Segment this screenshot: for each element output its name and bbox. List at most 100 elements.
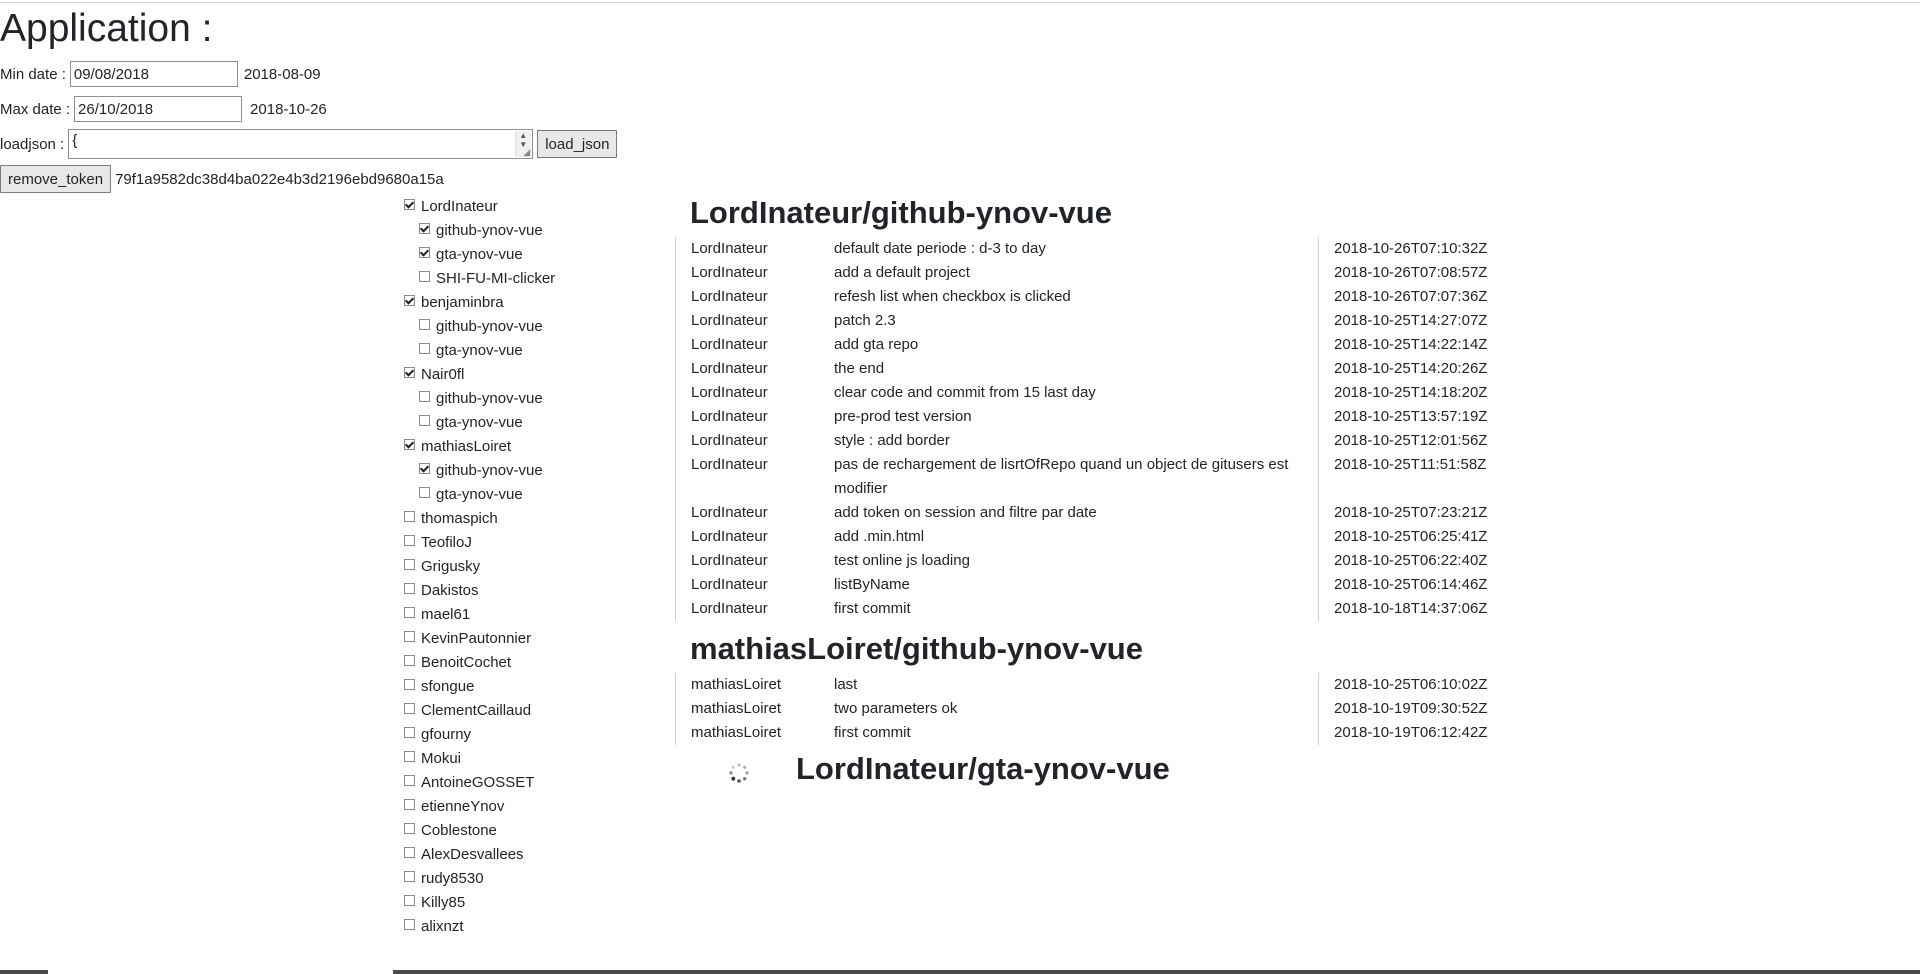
loadjson-textarea[interactable]: { ▲ ▼ ◢: [68, 129, 534, 159]
commit-message: add a default project: [834, 264, 970, 281]
load-json-button[interactable]: load_json: [537, 130, 618, 158]
user-item[interactable]: ClementCaillaud: [404, 698, 555, 722]
resize-grip-icon[interactable]: ◢: [523, 148, 530, 157]
user-item[interactable]: rudy8530: [404, 866, 555, 890]
repo-item[interactable]: github-ynov-vue: [404, 386, 555, 410]
repo-item[interactable]: github-ynov-vue: [404, 314, 555, 338]
repo-item[interactable]: gta-ynov-vue: [404, 242, 555, 266]
user-checkbox[interactable]: [404, 678, 415, 690]
user-label: Nair0fl: [421, 365, 465, 383]
user-item[interactable]: mathiasLoiret: [404, 434, 555, 458]
user-item[interactable]: Dakistos: [404, 578, 555, 602]
commit-message: two parameters ok: [834, 700, 958, 717]
min-date-label: Min date :: [0, 65, 66, 83]
user-item[interactable]: Mokui: [404, 746, 555, 770]
commit-date: 2018-10-25T12:01:56Z: [1318, 429, 1487, 453]
user-item[interactable]: Killy85: [404, 890, 555, 914]
commit-message: patch 2.3: [834, 312, 896, 329]
user-checkbox[interactable]: [404, 798, 415, 810]
user-checkbox[interactable]: [404, 846, 415, 858]
repo-checkbox[interactable]: [419, 318, 430, 330]
user-checkbox[interactable]: [404, 534, 415, 546]
user-checkbox[interactable]: [404, 606, 415, 618]
user-item[interactable]: alixnzt: [404, 914, 555, 938]
repo-item[interactable]: gta-ynov-vue: [404, 410, 555, 434]
min-date-input[interactable]: [69, 61, 238, 87]
user-item[interactable]: AlexDesvallees: [404, 842, 555, 866]
user-checkbox[interactable]: [404, 726, 415, 738]
user-label: rudy8530: [421, 869, 484, 887]
max-date-input[interactable]: [74, 96, 243, 122]
user-checkbox[interactable]: [404, 198, 415, 210]
user-item[interactable]: Nair0fl: [404, 362, 555, 386]
repo-checkbox[interactable]: [419, 486, 430, 498]
user-item[interactable]: AntoineGOSSET: [404, 770, 555, 794]
user-checkbox[interactable]: [404, 870, 415, 882]
repo-checkbox[interactable]: [419, 390, 430, 402]
commit-message: first commit: [834, 724, 911, 741]
commit-date: 2018-10-25T07:23:21Z: [1318, 501, 1487, 525]
user-checkbox[interactable]: [404, 822, 415, 834]
commit-date: 2018-10-18T14:37:06Z: [1318, 597, 1487, 621]
user-checkbox[interactable]: [404, 438, 415, 450]
repo-checkbox[interactable]: [419, 414, 430, 426]
user-item[interactable]: sfongue: [404, 674, 555, 698]
window-top-border: [0, 2, 1920, 3]
repo-checkbox[interactable]: [419, 222, 430, 234]
commit-row: LordInateur patch 2.3 2018-10-25T14:27:07Z: [676, 309, 1506, 333]
commit-author: mathiasLoiret: [691, 676, 782, 693]
commit-message: last: [834, 676, 858, 693]
user-label: ClementCaillaud: [421, 701, 532, 719]
user-item[interactable]: etienneYnov: [404, 794, 555, 818]
remove-token-button[interactable]: remove_token: [0, 165, 112, 193]
repo-item[interactable]: gta-ynov-vue: [404, 482, 555, 506]
user-item[interactable]: LordInateur: [404, 194, 555, 218]
repo-item[interactable]: SHI-FU-MI-clicker: [404, 266, 555, 290]
user-item[interactable]: KevinPautonnier: [404, 626, 555, 650]
loadjson-text: {: [72, 132, 78, 149]
commit-row: LordInateur clear code and commit from 15…: [676, 381, 1506, 405]
user-checkbox[interactable]: [404, 630, 415, 642]
user-checkbox[interactable]: [404, 774, 415, 786]
user-checkbox[interactable]: [404, 558, 415, 570]
user-checkbox[interactable]: [404, 582, 415, 594]
user-item[interactable]: TeofiloJ: [404, 530, 555, 554]
repo-item[interactable]: github-ynov-vue: [404, 218, 555, 242]
user-checkbox[interactable]: [404, 894, 415, 906]
user-label: KevinPautonnier: [421, 629, 532, 647]
commit-table: mathiasLoiret last 2018-10-25T06:10:02Z mat…: [675, 673, 1506, 745]
commit-row: LordInateur default date periode : d-3 to…: [676, 237, 1506, 261]
commit-row: LordInateur pas de rechargement de lisrtO…: [676, 453, 1506, 501]
repo-checkbox[interactable]: [419, 342, 430, 354]
repo-item[interactable]: github-ynov-vue: [404, 458, 555, 482]
user-item[interactable]: mael61: [404, 602, 555, 626]
repo-checkbox[interactable]: [419, 270, 430, 282]
user-checkbox[interactable]: [404, 702, 415, 714]
user-checkbox[interactable]: [404, 654, 415, 666]
commit-author: LordInateur: [691, 360, 768, 377]
scroll-up-icon[interactable]: ▲: [519, 132, 527, 140]
user-checkbox[interactable]: [404, 294, 415, 306]
commit-date: 2018-10-19T06:12:42Z: [1318, 721, 1487, 745]
commit-message: add .min.html: [834, 528, 925, 545]
user-checkbox[interactable]: [404, 366, 415, 378]
repo-checkbox[interactable]: [419, 246, 430, 258]
token-row: remove_token 79f1a9582dc38d4ba022e4b3d21…: [0, 164, 444, 194]
user-item[interactable]: thomaspich: [404, 506, 555, 530]
commit-row: LordInateur style : add border 2018-10-25T…: [676, 429, 1506, 453]
user-item[interactable]: Coblestone: [404, 818, 555, 842]
loading-repo-title: LordInateur/gta-ynov-vue: [796, 751, 1170, 786]
user-checkbox[interactable]: [404, 750, 415, 762]
repo-label: github-ynov-vue: [436, 461, 543, 479]
commit-row: LordInateur add token on session and filt…: [676, 501, 1506, 525]
user-checkbox[interactable]: [404, 918, 415, 930]
commit-date: 2018-10-25T14:20:26Z: [1318, 357, 1487, 381]
repo-checkbox[interactable]: [419, 462, 430, 474]
user-checkbox[interactable]: [404, 510, 415, 522]
user-item[interactable]: BenoitCochet: [404, 650, 555, 674]
user-item[interactable]: Grigusky: [404, 554, 555, 578]
commit-message: test online js loading: [834, 552, 970, 569]
repo-item[interactable]: gta-ynov-vue: [404, 338, 555, 362]
user-item[interactable]: gfourny: [404, 722, 555, 746]
user-item[interactable]: benjaminbra: [404, 290, 555, 314]
